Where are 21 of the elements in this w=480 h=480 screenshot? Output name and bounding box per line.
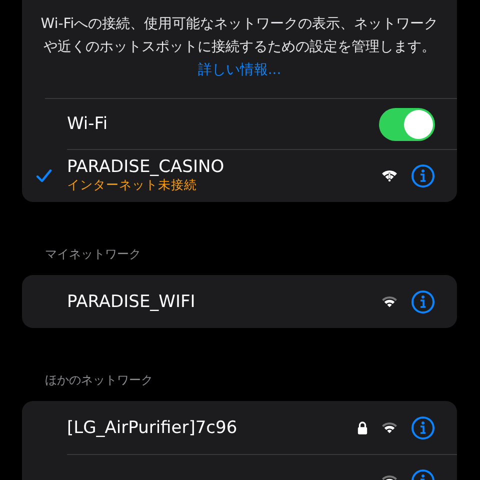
network-name: PARADISE_CASINO xyxy=(67,157,226,177)
info-button[interactable] xyxy=(411,290,435,314)
info-button[interactable] xyxy=(411,164,435,188)
lock-icon xyxy=(357,420,368,434)
info-button[interactable] xyxy=(411,416,435,440)
section-header: マイネットワーク xyxy=(44,246,142,263)
description-text: Wi-Fiへの接続、使用可能なネットワークの表示、ネットワークや近くのホットスポットに接続するための設定を管理します。 詳しい情報... xyxy=(40,15,440,80)
wifi-warning-icon xyxy=(381,169,398,182)
learn-more-link[interactable]: 詳しい情報... xyxy=(198,62,282,78)
checkmark-icon xyxy=(36,168,52,182)
network-row[interactable]: PARADISE_WIFI xyxy=(22,275,457,328)
network-name: PARADISE_WIFI xyxy=(67,292,196,312)
connection-status: インターネット未接続 xyxy=(67,177,198,194)
network-row[interactable]: PARADISE_CASINO インターネット未接続 xyxy=(22,149,457,202)
section-header: ほかのネットワーク xyxy=(44,372,154,389)
wifi-icon xyxy=(381,295,398,308)
network-row[interactable]: [LG_AirPurifier]7c96 xyxy=(22,401,457,454)
wifi-toggle[interactable] xyxy=(379,108,435,140)
network-name: [LG_AirPurifier]7c96 xyxy=(67,418,238,438)
wifi-label: Wi-Fi xyxy=(67,114,108,134)
wifi-icon xyxy=(381,421,398,434)
